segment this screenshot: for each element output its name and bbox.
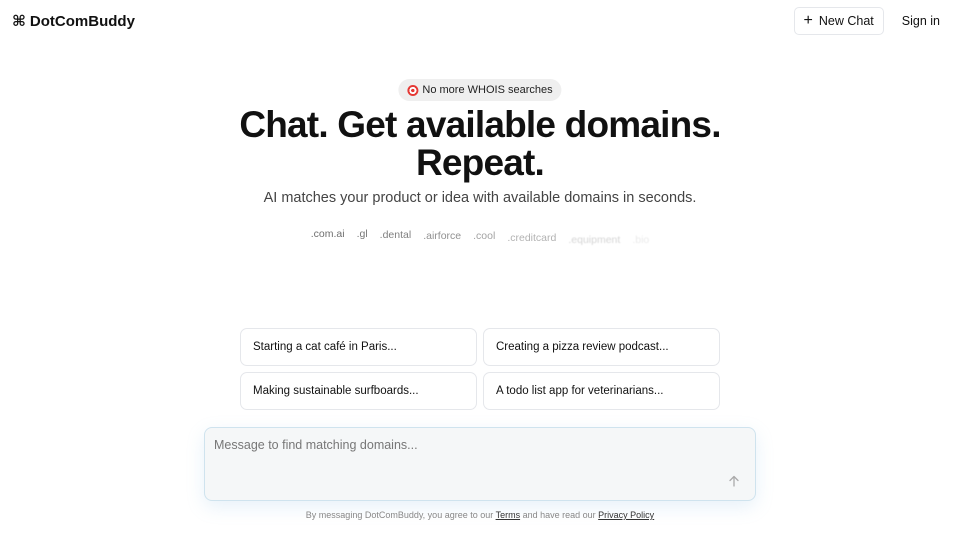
legal-middle: and have read our — [522, 510, 596, 520]
send-button[interactable] — [725, 472, 743, 490]
top-bar: ⌘ DotComBuddy + New Chat Sign in — [0, 0, 960, 42]
brand-name: DotComBuddy — [29, 12, 135, 30]
privacy-policy-link[interactable]: Privacy Policy — [598, 510, 654, 520]
tld-ticker: .com.ai .gl .dental .airforce .cool .cre… — [0, 228, 960, 248]
plus-icon: + — [803, 12, 813, 29]
suggestion-card[interactable]: Creating a pizza review podcast... — [483, 328, 720, 366]
suggestion-card[interactable]: A todo list app for veterinarians... — [483, 372, 720, 410]
hero-badge-text: No more WHOIS searches — [422, 84, 553, 96]
hero-title-line1: Chat. Get available domains. — [239, 104, 721, 145]
message-input[interactable] — [214, 435, 714, 455]
hero-title: Chat. Get available domains. Repeat. — [0, 106, 960, 182]
new-chat-label: New Chat — [818, 14, 874, 28]
brand-logo[interactable]: ⌘ DotComBuddy — [12, 13, 135, 30]
new-chat-button[interactable]: + New Chat — [793, 7, 884, 35]
page: ⌘ DotComBuddy + New Chat Sign in No more… — [0, 0, 960, 540]
tld-item: .com.ai — [310, 228, 345, 240]
tld-item: .airforce — [423, 230, 462, 242]
suggestion-grid: Starting a cat café in Paris... Creating… — [240, 328, 720, 410]
arrow-up-icon — [729, 475, 739, 487]
tld-item: .cool — [473, 230, 496, 242]
header-actions: + New Chat Sign in — [793, 7, 948, 35]
hero-badge: No more WHOIS searches — [398, 79, 562, 101]
tld-item: .creditcard — [507, 232, 557, 244]
tld-item: .gl — [356, 228, 368, 240]
tld-item: .equipment — [568, 234, 621, 246]
command-icon: ⌘ — [12, 12, 26, 30]
target-icon — [407, 84, 419, 96]
legal-notice: By messaging DotComBuddy, you agree to o… — [0, 510, 960, 520]
tld-item: .dental — [379, 229, 412, 241]
suggestion-card[interactable]: Making sustainable surfboards... — [240, 372, 477, 410]
legal-prefix: By messaging DotComBuddy, you agree to o… — [305, 510, 494, 520]
hero-title-line2: Repeat. — [415, 142, 545, 183]
chat-box — [204, 427, 756, 501]
sign-in-button[interactable]: Sign in — [894, 7, 948, 35]
suggestion-card[interactable]: Starting a cat café in Paris... — [240, 328, 477, 366]
terms-link[interactable]: Terms — [496, 510, 521, 520]
hero-subtitle: AI matches your product or idea with ava… — [263, 190, 697, 206]
tld-item: .bio — [632, 234, 650, 246]
